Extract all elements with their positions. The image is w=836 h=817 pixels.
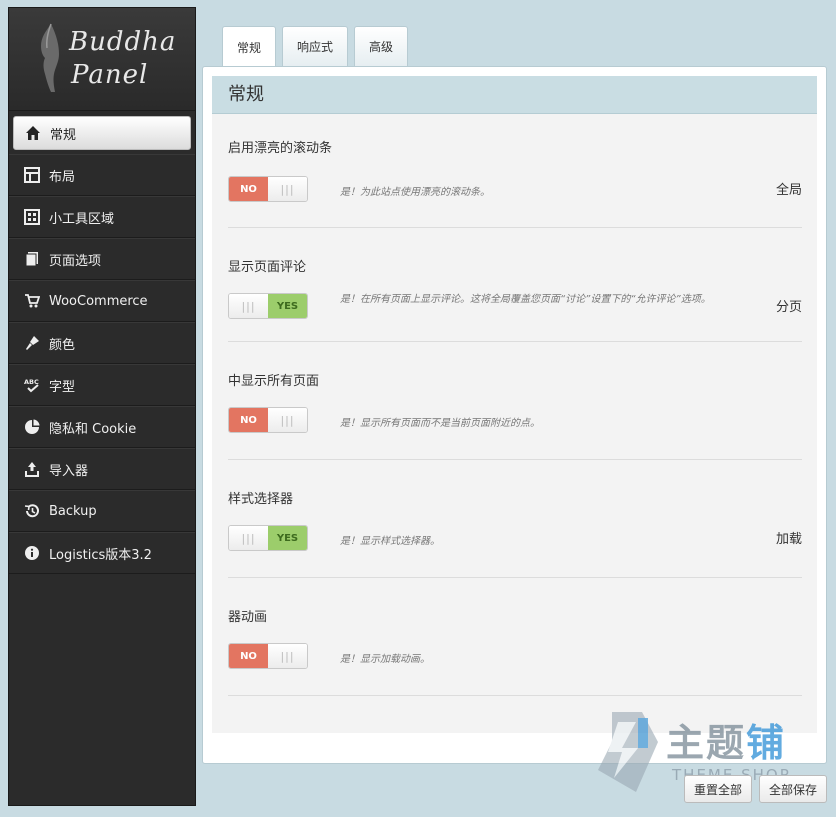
toggle-smooth-scroll[interactable]: NO ||| (228, 176, 308, 202)
layout-icon (23, 166, 41, 184)
sidebar-item-label: 颜色 (49, 337, 76, 353)
sidebar-item-colors[interactable]: 颜色 (9, 322, 195, 364)
logo: Buddha Panel (9, 8, 195, 111)
sidebar-item-label: 常规 (50, 127, 77, 143)
option-style-switcher: 样式选择器 ||| YES 是！显示样式选择器。 加载 (228, 460, 802, 578)
sidebar-item-label: 字型 (49, 379, 76, 395)
sidebar-item-widgets[interactable]: 小工具区域 (9, 196, 195, 238)
sidebar-item-label: 布局 (49, 169, 76, 185)
history-icon (23, 502, 41, 520)
pages-icon (23, 250, 41, 268)
toggle-grip: ||| (229, 526, 268, 550)
sidebar-item-label: Backup (49, 503, 97, 519)
settings-panel: 常规 启用漂亮的滚动条 NO ||| 是！为此站点使用漂亮的滚动条。 全局 显示… (202, 66, 827, 764)
tab-bar: 常规 响应式 高级 (222, 26, 414, 67)
sidebar-item-page-options[interactable]: 页面选项 (9, 238, 195, 280)
logo-line2: Panel (71, 60, 149, 90)
sidebar-item-label: Logistics版本3.2 (49, 547, 152, 563)
option-smooth-scroll: 启用漂亮的滚动条 NO ||| 是！为此站点使用漂亮的滚动条。 全局 (228, 114, 802, 228)
option-right-label: 加载 (775, 532, 802, 547)
toggle-no-label: NO (229, 177, 268, 201)
pie-icon (23, 418, 41, 436)
option-title: 显示页面评论 (228, 260, 307, 275)
toggle-page-comments[interactable]: ||| YES (228, 293, 308, 319)
upload-icon (23, 460, 41, 478)
logo-text: Buddha Panel (69, 26, 176, 92)
home-icon (24, 124, 42, 142)
option-description: 是！显示所有页面而不是当前页面附近的点。 (340, 418, 540, 429)
toggle-grip: ||| (268, 177, 307, 201)
sidebar-item-version[interactable]: Logistics版本3.2 (9, 532, 195, 574)
tab-advanced[interactable]: 高级 (354, 26, 409, 66)
option-right-label: 全局 (775, 183, 802, 198)
option-title: 样式选择器 (228, 492, 294, 507)
sidebar: Buddha Panel 常规 布局 小工具区域 页面选项 WooCommerc… (8, 7, 196, 806)
watermark-accent: 铺 (746, 721, 787, 765)
sidebar-item-layout[interactable]: 布局 (9, 154, 195, 196)
cart-icon (23, 292, 41, 310)
settings-content: 常规 启用漂亮的滚动条 NO ||| 是！为此站点使用漂亮的滚动条。 全局 显示… (212, 76, 817, 733)
paint-icon (23, 334, 41, 352)
option-right-label: 分页 (775, 300, 802, 315)
option-description: 是！显示样式选择器。 (340, 536, 440, 547)
sidebar-item-privacy[interactable]: 隐私和 Cookie (9, 406, 195, 448)
sidebar-item-woocommerce[interactable]: WooCommerce (9, 280, 195, 322)
sidebar-item-label: 小工具区域 (49, 211, 115, 227)
logo-line1: Buddha (69, 27, 177, 57)
tab-responsive[interactable]: 响应式 (282, 26, 349, 66)
sidebar-item-typography[interactable]: ABC 字型 (9, 364, 195, 406)
sidebar-nav: 常规 布局 小工具区域 页面选项 WooCommerce 颜色 ABC 字型 隐 (9, 111, 195, 574)
option-description: 是！为此站点使用漂亮的滚动条。 (340, 187, 490, 198)
sidebar-item-importer[interactable]: 导入器 (9, 448, 195, 490)
watermark-main: 主题 (666, 721, 747, 765)
sidebar-item-label: 页面选项 (49, 253, 102, 269)
widgets-icon (23, 208, 41, 226)
section-title: 常规 (212, 76, 817, 114)
option-title: 器动画 (228, 610, 268, 625)
spellcheck-icon: ABC (23, 376, 41, 394)
toggle-yes-label: YES (268, 526, 307, 550)
buddha-head-icon (41, 23, 59, 92)
toggle-style-switcher[interactable]: ||| YES (228, 525, 308, 551)
sidebar-item-backup[interactable]: Backup (9, 490, 195, 532)
toggle-no-label: NO (229, 644, 268, 668)
toggle-loader-animation[interactable]: NO ||| (228, 643, 308, 669)
tab-general[interactable]: 常规 (222, 26, 277, 67)
option-page-comments: 显示页面评论 ||| YES 是！在所有页面上显示评论。这将全局覆盖您页面“讨论… (228, 228, 802, 342)
toggle-grip: ||| (268, 408, 307, 432)
watermark-text: 主题铺 (666, 712, 786, 767)
option-description: 是！在所有页面上显示评论。这将全局覆盖您页面“讨论”设置下的“允许评论”选项。 (340, 294, 711, 305)
toggle-yes-label: YES (268, 294, 307, 318)
theme-shop-logo-icon (598, 712, 658, 792)
sidebar-item-label: WooCommerce (49, 293, 148, 309)
toggle-no-label: NO (229, 408, 268, 432)
option-show-all-pages: 中显示所有页面 NO ||| 是！显示所有页面而不是当前页面附近的点。 (228, 342, 802, 460)
option-description: 是！显示加载动画。 (340, 654, 430, 665)
option-title: 启用漂亮的滚动条 (228, 141, 333, 156)
option-title: 中显示所有页面 (228, 374, 320, 389)
reset-all-button[interactable]: 重置全部 (684, 775, 752, 803)
sidebar-item-label: 导入器 (49, 463, 89, 479)
save-all-button[interactable]: 全部保存 (759, 775, 827, 803)
toggle-grip: ||| (229, 294, 268, 318)
sidebar-item-general[interactable]: 常规 (13, 116, 191, 150)
sidebar-item-label: 隐私和 Cookie (49, 421, 137, 437)
option-loader-animation: 器动画 NO ||| 是！显示加载动画。 (228, 578, 802, 696)
toggle-grip: ||| (268, 644, 307, 668)
toggle-show-all-pages[interactable]: NO ||| (228, 407, 308, 433)
info-icon (23, 544, 41, 562)
